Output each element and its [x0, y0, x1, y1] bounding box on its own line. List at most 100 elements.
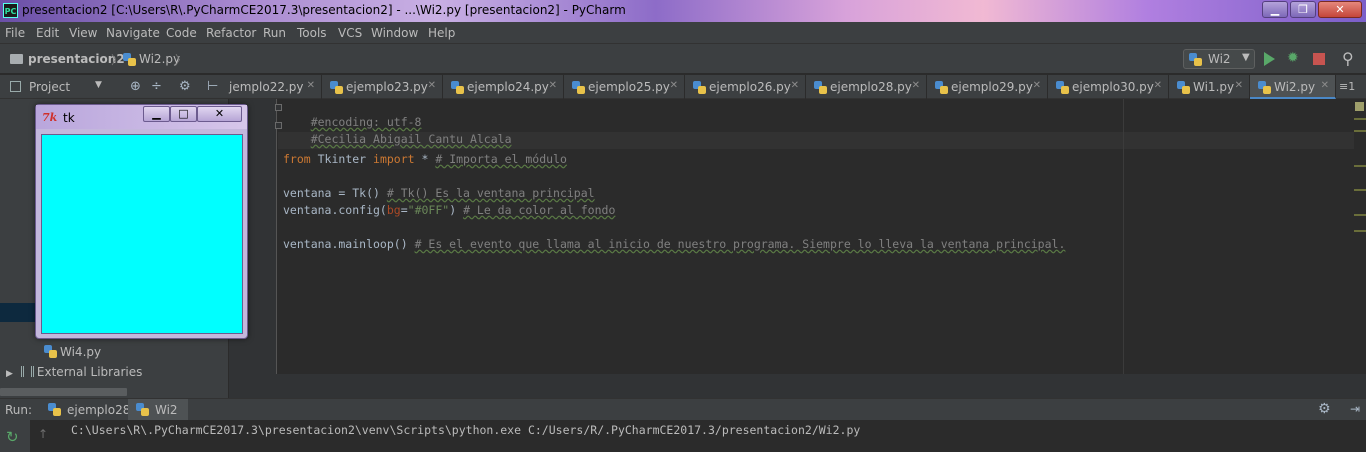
inspection-status-icon[interactable] [1355, 102, 1364, 111]
tk-minimize-button[interactable]: ▁ [143, 106, 170, 122]
hide-panel-icon[interactable]: ⇥ [1350, 402, 1360, 416]
tab-overflow-icon[interactable]: ≡1 [1339, 80, 1355, 93]
close-icon[interactable]: ✕ [791, 80, 799, 91]
tab-label: ejemplo23.py [346, 80, 428, 94]
menu-view[interactable]: View [69, 26, 97, 40]
warning-marker[interactable] [1354, 130, 1366, 132]
tk-window-body [41, 134, 243, 334]
python-file-icon [1189, 53, 1202, 66]
tab-label: ejemplo24.py [467, 80, 549, 94]
tk-close-button[interactable]: ✕ [197, 106, 242, 122]
breadcrumb-separator: 〉 [175, 53, 188, 67]
menu-run[interactable]: Run [263, 26, 286, 40]
editor-tabs: jemplo22.py ✕ ejemplo23.py ✕ ejemplo24.p… [229, 75, 1366, 99]
menu-help[interactable]: Help [428, 26, 455, 40]
tree-item-wi4[interactable]: Wi4.py [44, 345, 101, 359]
warning-marker[interactable] [1354, 118, 1366, 120]
python-file-icon [1056, 81, 1069, 94]
scroll-up-icon[interactable]: ↑ [38, 427, 48, 441]
warning-marker[interactable] [1354, 189, 1366, 191]
tab-label: jemplo22.py [229, 80, 304, 94]
fold-marker-icon[interactable] [275, 122, 282, 129]
tree-item-label: Wi4.py [60, 345, 102, 359]
horizontal-scrollbar[interactable] [0, 388, 127, 396]
warning-marker[interactable] [1354, 230, 1366, 232]
tab-ejemplo26[interactable]: ejemplo26.py ✕ [685, 75, 806, 99]
run-tab-ejemplo28[interactable]: ejemplo28 [40, 399, 131, 421]
menu-edit[interactable]: Edit [36, 26, 59, 40]
window-title: presentacion2 [C:\Users\R\.PyCharmCE2017… [22, 3, 626, 17]
menu-vcs[interactable]: VCS [338, 26, 362, 40]
run-console[interactable]: C:\Users\R\.PyCharmCE2017.3\presentacion… [30, 420, 1366, 452]
close-icon[interactable]: ✕ [307, 80, 315, 91]
tk-maximize-button[interactable]: □ [170, 106, 197, 122]
breadcrumb-file[interactable]: Wi2.py [139, 52, 180, 66]
menu-tools[interactable]: Tools [297, 26, 327, 40]
code-line: ventana = Tk() # Tk() Es la ventana prin… [283, 186, 595, 200]
collapse-icon[interactable]: ÷ [151, 79, 162, 94]
menu-code[interactable]: Code [166, 26, 197, 40]
warning-marker[interactable] [1354, 165, 1366, 167]
python-file-icon [1258, 81, 1271, 94]
project-panel-title[interactable]: Project [29, 80, 70, 94]
close-icon[interactable]: ✕ [1154, 80, 1162, 91]
tab-ejemplo23[interactable]: ejemplo23.py ✕ [322, 75, 443, 99]
search-icon[interactable]: ⚲ [1342, 49, 1354, 68]
tab-ejemplo24[interactable]: ejemplo24.py ✕ [443, 75, 564, 99]
project-panel-header: Project ▼ ⊕ ÷ ⚙ ⊢ [0, 75, 229, 99]
warning-marker[interactable] [1354, 214, 1366, 216]
close-icon[interactable]: ✕ [1235, 80, 1243, 91]
gear-icon[interactable]: ⚙ [179, 79, 191, 94]
close-icon[interactable]: ✕ [1321, 80, 1329, 91]
python-file-icon [572, 81, 585, 94]
tk-window[interactable]: 7k tk ▁ □ ✕ [35, 104, 248, 339]
tab-ejemplo28[interactable]: ejemplo28.py ✕ [806, 75, 927, 99]
python-file-icon [451, 81, 464, 94]
stop-icon[interactable] [1313, 53, 1325, 65]
gear-icon[interactable]: ⚙ [1318, 401, 1331, 417]
tree-item-external-libraries[interactable]: ▶ External Libraries [6, 365, 142, 379]
run-config-selector[interactable]: Wi2 ▼ [1183, 49, 1255, 69]
close-icon[interactable]: ✕ [549, 80, 557, 91]
menu-refactor[interactable]: Refactor [206, 26, 256, 40]
rerun-icon[interactable]: ↻ [6, 428, 19, 446]
tab-ejemplo30[interactable]: ejemplo30.py ✕ [1048, 75, 1169, 99]
tk-window-title: tk [63, 111, 75, 125]
expand-arrow-icon[interactable]: ▶ [6, 369, 13, 379]
tab-ejemplo29[interactable]: ejemplo29.py ✕ [927, 75, 1048, 99]
close-icon[interactable]: ✕ [428, 80, 436, 91]
chevron-down-icon[interactable]: ▼ [95, 80, 102, 90]
tab-wi1[interactable]: Wi1.py ✕ [1169, 75, 1250, 99]
tab-ejemplo22[interactable]: jemplo22.py ✕ [207, 75, 322, 99]
maximize-button[interactable]: ❐ [1290, 1, 1316, 18]
tab-label: ejemplo26.py [709, 80, 791, 94]
run-icon[interactable] [1264, 52, 1275, 66]
minimize-button[interactable]: ▁ [1262, 1, 1288, 18]
run-panel-header: Run: ejemplo28 Wi2 ⚙ ⇥ [0, 398, 1366, 421]
tab-label: ejemplo29.py [951, 80, 1033, 94]
close-icon[interactable]: ✕ [1033, 80, 1041, 91]
title-bar: PC presentacion2 [C:\Users\R\.PyCharmCE2… [0, 0, 1366, 22]
tab-ejemplo25[interactable]: ejemplo25.py ✕ [564, 75, 685, 99]
error-stripe[interactable] [1354, 99, 1366, 374]
tab-label: ejemplo25.py [588, 80, 670, 94]
tab-wi2[interactable]: Wi2.py ✕ [1250, 75, 1336, 99]
tk-title-bar[interactable]: 7k tk ▁ □ ✕ [36, 105, 247, 129]
debug-icon[interactable]: ✹ [1287, 50, 1299, 66]
chevron-down-icon: ▼ [1242, 52, 1250, 63]
code-line: ventana.mainloop() # Es el evento que ll… [283, 237, 1066, 251]
run-tab-label: ejemplo28 [67, 403, 131, 417]
locate-icon[interactable]: ⊕ [130, 79, 141, 94]
close-icon[interactable]: ✕ [912, 80, 920, 91]
close-button[interactable]: ✕ [1318, 1, 1362, 18]
menu-window[interactable]: Window [371, 26, 418, 40]
menu-file[interactable]: File [5, 26, 25, 40]
run-tab-wi2[interactable]: Wi2 [128, 399, 188, 421]
close-icon[interactable]: ✕ [670, 80, 678, 91]
folder-icon [10, 54, 23, 64]
menu-navigate[interactable]: Navigate [106, 26, 160, 40]
fold-marker-icon[interactable] [275, 104, 282, 111]
right-margin-guide [1123, 99, 1124, 374]
breadcrumb-separator: 〉 [111, 53, 124, 67]
code-editor[interactable]: #encoding: utf-8 #Cecilia Abigail Cantu … [229, 99, 1366, 398]
